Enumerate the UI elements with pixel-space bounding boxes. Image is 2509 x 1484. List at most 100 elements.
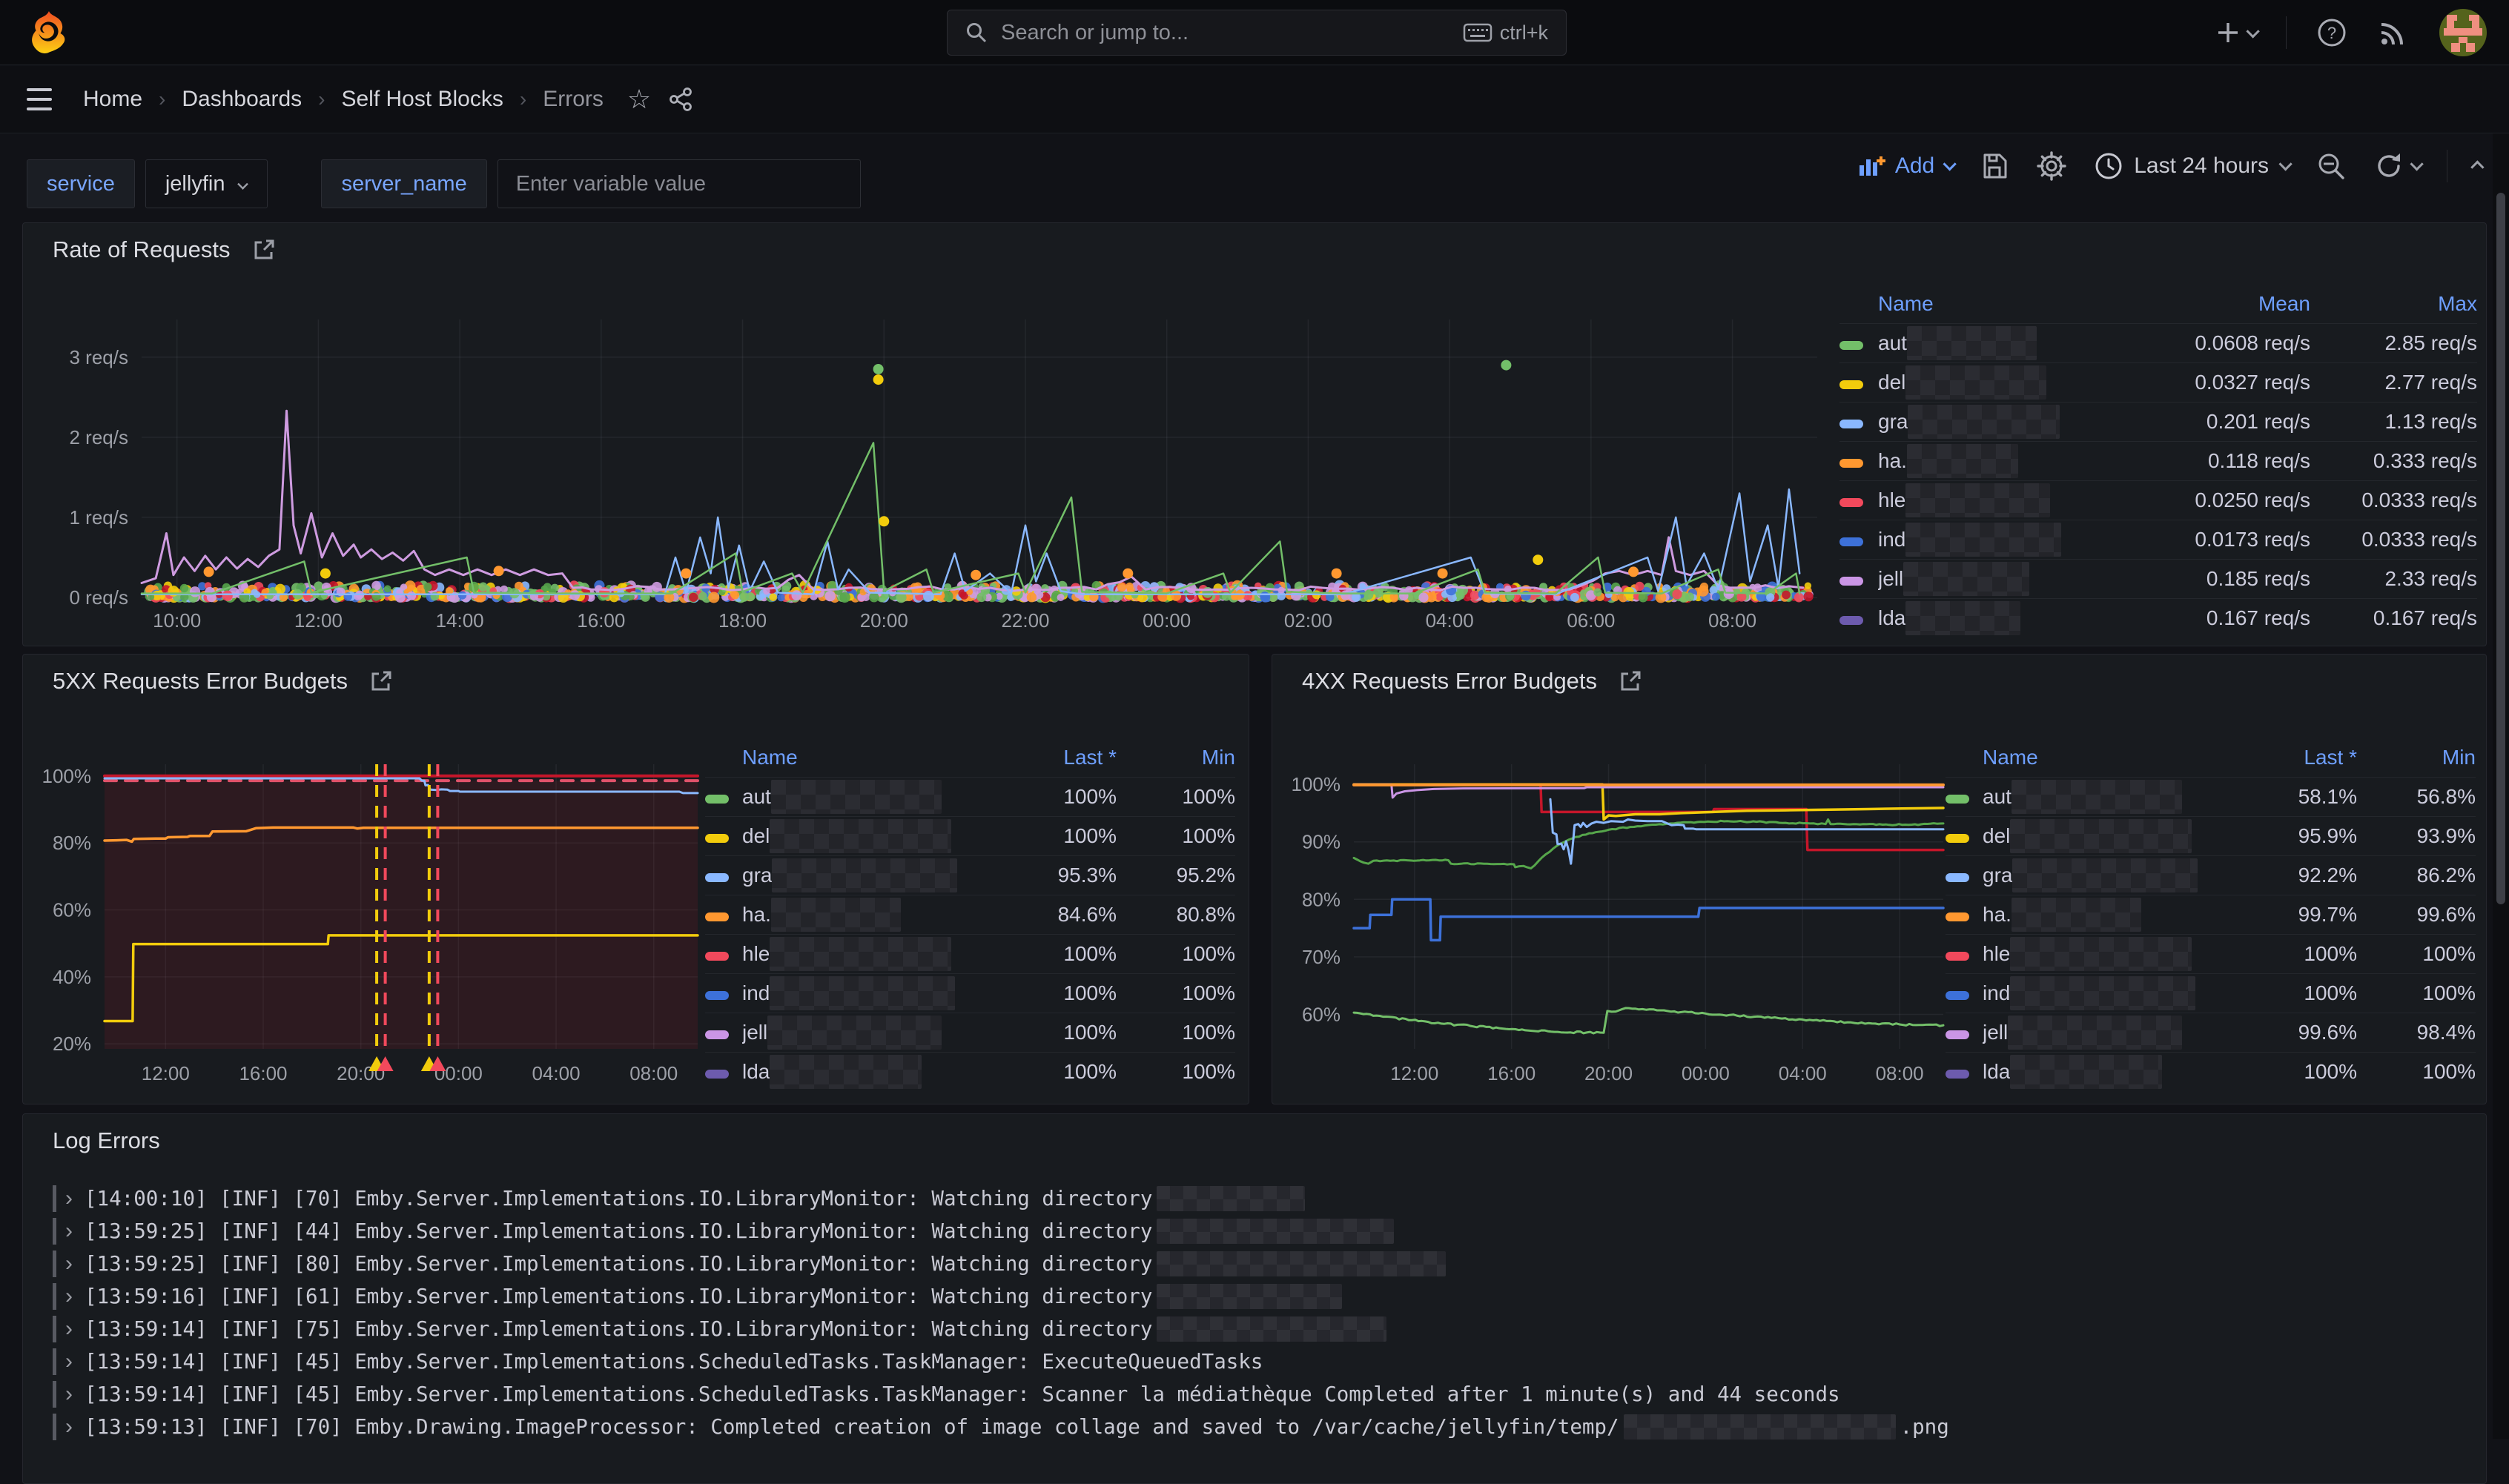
redacted-text bbox=[2012, 898, 2141, 932]
log-lines-list: ›[14:00:10] [INF] [70] Emby.Server.Imple… bbox=[53, 1182, 2456, 1443]
collapse-toolbar-icon[interactable] bbox=[2470, 160, 2484, 173]
redacted-text bbox=[1905, 365, 2046, 400]
breadcrumb-dashboards[interactable]: Dashboards bbox=[182, 87, 302, 112]
add-panel-button[interactable]: Add bbox=[1858, 153, 1953, 179]
redacted-text bbox=[772, 858, 957, 892]
svg-text:12:00: 12:00 bbox=[1390, 1062, 1438, 1084]
dashboard-toolbar: Home › Dashboards › Self Host Blocks › E… bbox=[0, 66, 2509, 133]
settings-gear-icon[interactable] bbox=[2036, 150, 2067, 182]
legend-row-lda[interactable]: lda100%100% bbox=[705, 1052, 1235, 1091]
svg-text:00:00: 00:00 bbox=[1143, 609, 1191, 632]
legend-row-lda[interactable]: lda0.167 req/s0.167 req/s bbox=[1839, 598, 2477, 637]
help-button[interactable]: ? bbox=[2316, 17, 2347, 48]
legend-row-jell[interactable]: jell0.185 req/s2.33 req/s bbox=[1839, 559, 2477, 598]
legend-row-gra[interactable]: gra0.201 req/s1.13 req/s bbox=[1839, 402, 2477, 441]
svg-text:2 req/s: 2 req/s bbox=[70, 426, 129, 448]
legend-row-ind[interactable]: ind100%100% bbox=[1946, 973, 2476, 1013]
legend-row-lda[interactable]: lda100%100% bbox=[1946, 1052, 2476, 1091]
timeseries-chart-4xx[interactable]: 12:0016:0020:0000:0004:0008:00100%90%80%… bbox=[1283, 738, 1973, 1097]
svg-text:04:00: 04:00 bbox=[532, 1062, 581, 1084]
redacted-text bbox=[770, 1055, 922, 1089]
expand-log-icon[interactable]: › bbox=[65, 1219, 73, 1244]
legend-row-hle[interactable]: hle0.0250 req/s0.0333 req/s bbox=[1839, 480, 2477, 520]
variable-server-name-input[interactable]: Enter variable value bbox=[497, 159, 861, 208]
log-row[interactable]: ›[13:59:14] [INF] [45] Emby.Server.Imple… bbox=[53, 1378, 2456, 1411]
legend-row-aut[interactable]: aut58.1%56.8% bbox=[1946, 777, 2476, 816]
news-button[interactable] bbox=[2377, 16, 2410, 49]
svg-text:80%: 80% bbox=[53, 832, 91, 854]
legend-row-hle[interactable]: hle100%100% bbox=[705, 934, 1235, 973]
legend-table-4xx: NameLast *Minaut58.1%56.8%del95.9%93.9%g… bbox=[1946, 738, 2476, 1091]
legend-row-gra[interactable]: gra92.2%86.2% bbox=[1946, 855, 2476, 895]
series-color-swatch bbox=[1839, 537, 1863, 546]
svg-text:3 req/s: 3 req/s bbox=[70, 346, 129, 368]
legend-row-ha[interactable]: ha.99.7%99.6% bbox=[1946, 895, 2476, 934]
panel-title[interactable]: Log Errors bbox=[53, 1127, 160, 1154]
search-input[interactable]: Search or jump to... ctrl+k bbox=[947, 10, 1567, 56]
series-color-swatch bbox=[1946, 873, 1969, 882]
legend-row-aut[interactable]: aut100%100% bbox=[705, 777, 1235, 816]
redacted-text bbox=[767, 1016, 942, 1050]
external-link-icon[interactable] bbox=[251, 237, 277, 262]
svg-text:08:00: 08:00 bbox=[1876, 1062, 1924, 1084]
legend-row-gra[interactable]: gra95.3%95.2% bbox=[705, 855, 1235, 895]
grafana-logo[interactable] bbox=[25, 10, 71, 56]
log-row[interactable]: ›[13:59:25] [INF] [80] Emby.Server.Imple… bbox=[53, 1248, 2456, 1280]
legend-row-ind[interactable]: ind0.0173 req/s0.0333 req/s bbox=[1839, 520, 2477, 559]
expand-log-icon[interactable]: › bbox=[65, 1284, 73, 1309]
breadcrumb-current-page: Errors bbox=[543, 87, 604, 112]
zoom-out-icon[interactable] bbox=[2315, 150, 2347, 182]
external-link-icon[interactable] bbox=[1618, 669, 1643, 694]
favorite-star-icon[interactable]: ☆ bbox=[627, 84, 651, 115]
svg-text:06:00: 06:00 bbox=[1567, 609, 1615, 632]
expand-log-icon[interactable]: › bbox=[65, 1349, 73, 1374]
time-range-picker[interactable]: Last 24 hours bbox=[2094, 151, 2289, 181]
refresh-button[interactable] bbox=[2373, 150, 2420, 182]
legend-row-hle[interactable]: hle100%100% bbox=[1946, 934, 2476, 973]
timeseries-chart-rate[interactable]: 10:0012:0014:0016:0018:0020:0022:0000:00… bbox=[38, 286, 1862, 647]
legend-row-ha[interactable]: ha.0.118 req/s0.333 req/s bbox=[1839, 441, 2477, 480]
legend-row-del[interactable]: del100%100% bbox=[705, 816, 1235, 855]
redacted-text bbox=[771, 898, 901, 932]
series-color-swatch bbox=[1839, 380, 1863, 389]
panel-title[interactable]: 4XX Requests Error Budgets bbox=[1302, 668, 1597, 695]
expand-log-icon[interactable]: › bbox=[65, 1251, 73, 1276]
save-dashboard-icon[interactable] bbox=[1980, 151, 2009, 181]
expand-log-icon[interactable]: › bbox=[65, 1414, 73, 1440]
log-row[interactable]: ›[13:59:13] [INF] [70] Emby.Drawing.Imag… bbox=[53, 1411, 2456, 1443]
page-scrollbar-track bbox=[2493, 133, 2509, 1439]
log-row[interactable]: ›[14:00:10] [INF] [70] Emby.Server.Imple… bbox=[53, 1182, 2456, 1215]
add-new-button[interactable] bbox=[2215, 20, 2256, 45]
variable-service-current: jellyfin bbox=[165, 172, 225, 196]
series-color-swatch bbox=[1839, 420, 1863, 428]
share-icon[interactable] bbox=[667, 86, 694, 113]
variable-value-service[interactable]: jellyfin bbox=[145, 159, 268, 208]
avatar[interactable] bbox=[2439, 9, 2487, 56]
legend-row-ind[interactable]: ind100%100% bbox=[705, 973, 1235, 1013]
redacted-text bbox=[771, 780, 942, 814]
legend-row-del[interactable]: del0.0327 req/s2.77 req/s bbox=[1839, 362, 2477, 402]
breadcrumb-home[interactable]: Home bbox=[83, 87, 142, 112]
legend-row-ha[interactable]: ha.84.6%80.8% bbox=[705, 895, 1235, 934]
legend-row-jell[interactable]: jell99.6%98.4% bbox=[1946, 1013, 2476, 1052]
menu-toggle-button[interactable] bbox=[27, 88, 52, 110]
page-scrollbar[interactable] bbox=[2496, 193, 2505, 904]
timeseries-chart-5xx[interactable]: 12:0016:0020:0000:0004:0008:00100%80%60%… bbox=[34, 738, 724, 1097]
log-row[interactable]: ›[13:59:16] [INF] [61] Emby.Server.Imple… bbox=[53, 1280, 2456, 1313]
expand-log-icon[interactable]: › bbox=[65, 1382, 73, 1407]
log-row[interactable]: ›[13:59:14] [INF] [45] Emby.Server.Imple… bbox=[53, 1345, 2456, 1378]
expand-log-icon[interactable]: › bbox=[65, 1186, 73, 1211]
panel-5xx-error-budgets: 5XX Requests Error Budgets 12:0016:0020:… bbox=[22, 654, 1249, 1104]
redacted-text bbox=[2010, 819, 2192, 853]
legend-row-aut[interactable]: aut0.0608 req/s2.85 req/s bbox=[1839, 323, 2477, 362]
log-row[interactable]: ›[13:59:14] [INF] [75] Emby.Server.Imple… bbox=[53, 1313, 2456, 1345]
panel-title[interactable]: Rate of Requests bbox=[53, 236, 231, 263]
external-link-icon[interactable] bbox=[368, 669, 394, 694]
breadcrumb-dashboard-name[interactable]: Self Host Blocks bbox=[341, 87, 503, 112]
expand-log-icon[interactable]: › bbox=[65, 1316, 73, 1342]
panel-title[interactable]: 5XX Requests Error Budgets bbox=[53, 668, 348, 695]
legend-row-jell[interactable]: jell100%100% bbox=[705, 1013, 1235, 1052]
log-row[interactable]: ›[13:59:25] [INF] [44] Emby.Server.Imple… bbox=[53, 1215, 2456, 1248]
legend-row-del[interactable]: del95.9%93.9% bbox=[1946, 816, 2476, 855]
clock-icon bbox=[2094, 151, 2123, 181]
